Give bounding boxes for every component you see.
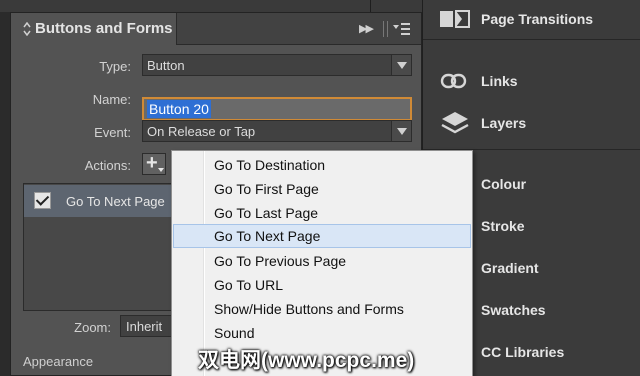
event-select[interactable]: On Release or Tap	[142, 120, 412, 142]
divider	[370, 0, 371, 12]
menu-item[interactable]: Go To Destination	[173, 153, 471, 177]
menu-item-selected[interactable]: Go To Next Page	[173, 224, 471, 248]
panel-menu-icon[interactable]	[393, 22, 411, 36]
zoom-value: Inherit	[126, 319, 163, 334]
menu-item[interactable]: Go To Previous Page	[173, 249, 471, 273]
dock-item-layers[interactable]: Layers	[423, 108, 640, 138]
panel-header: Buttons and Forms ▶▶	[11, 13, 421, 45]
menu-item[interactable]: Show/Hide Buttons and Forms	[173, 297, 471, 321]
dock-item-label: Links	[481, 73, 518, 89]
links-icon	[440, 73, 467, 89]
event-label: Event:	[94, 125, 131, 140]
layers-icon	[441, 112, 469, 134]
name-input[interactable]: Button 20	[142, 97, 412, 121]
name-input-selected-text: Button 20	[147, 100, 211, 118]
dock-item-label: CC Libraries	[481, 344, 565, 360]
dock-item-links[interactable]: Links	[423, 66, 640, 96]
menu-item-label: Go To Destination	[214, 157, 326, 173]
grip-icon[interactable]	[383, 21, 388, 37]
dock-item-label: Stroke	[481, 218, 525, 234]
plus-icon: +	[146, 152, 158, 174]
dock-item-label: Layers	[481, 115, 527, 131]
menu-item-label: Go To URL	[214, 277, 283, 293]
actions-label: Actions:	[84, 158, 131, 173]
action-checkbox[interactable]	[34, 192, 51, 209]
dock-item-label: Page Transitions	[481, 11, 594, 27]
appearance-section-label: Appearance	[23, 354, 94, 369]
menu-item[interactable]: Sound	[173, 321, 471, 345]
type-value: Button	[147, 58, 185, 73]
dock-item-label: Colour	[481, 176, 527, 192]
menu-item[interactable]: Go To Last Page	[173, 201, 471, 225]
menu-item-label: Sound	[214, 325, 255, 341]
caret-down-icon	[158, 168, 164, 172]
add-action-button[interactable]: +	[142, 152, 166, 175]
page-transitions-icon	[440, 10, 470, 28]
actions-list: Go To Next Page	[23, 183, 173, 311]
menu-item[interactable]: Go To First Page	[173, 177, 471, 201]
collapse-chevron-icon[interactable]	[23, 22, 31, 36]
zoom-select[interactable]: Inherit	[120, 315, 172, 337]
zoom-label: Zoom:	[74, 320, 111, 335]
type-label: Type:	[99, 59, 131, 74]
chevron-down-icon[interactable]	[391, 55, 411, 75]
dock-item-label: Swatches	[481, 302, 546, 318]
watermark: 双电网(www.pcpc.me)	[198, 349, 415, 372]
chevron-down-icon[interactable]	[391, 121, 411, 141]
dock-item-label: Gradient	[481, 260, 539, 276]
top-strip	[0, 0, 422, 12]
menu-item-label: Go To Last Page	[214, 205, 319, 221]
collapse-panel-icon[interactable]: ▶▶	[359, 22, 374, 35]
menu-item-label: Show/Hide Buttons and Forms	[214, 301, 404, 317]
action-label: Go To Next Page	[66, 194, 165, 209]
type-select[interactable]: Button	[142, 54, 412, 76]
menu-item-label: Go To Previous Page	[214, 253, 347, 269]
event-value: On Release or Tap	[147, 124, 256, 139]
panel-tab[interactable]: Buttons and Forms	[11, 13, 177, 45]
menu-item-label: Go To First Page	[214, 181, 319, 197]
panel-title: Buttons and Forms	[35, 20, 173, 37]
menu-item-label: Go To Next Page	[214, 228, 321, 244]
add-action-menu: Go To Destination Go To First Page Go To…	[171, 150, 473, 376]
menu-item[interactable]: Go To URL	[173, 273, 471, 297]
name-label: Name:	[92, 92, 131, 107]
list-item[interactable]: Go To Next Page	[24, 185, 172, 217]
dock-item-page-transitions[interactable]: Page Transitions	[423, 4, 640, 34]
